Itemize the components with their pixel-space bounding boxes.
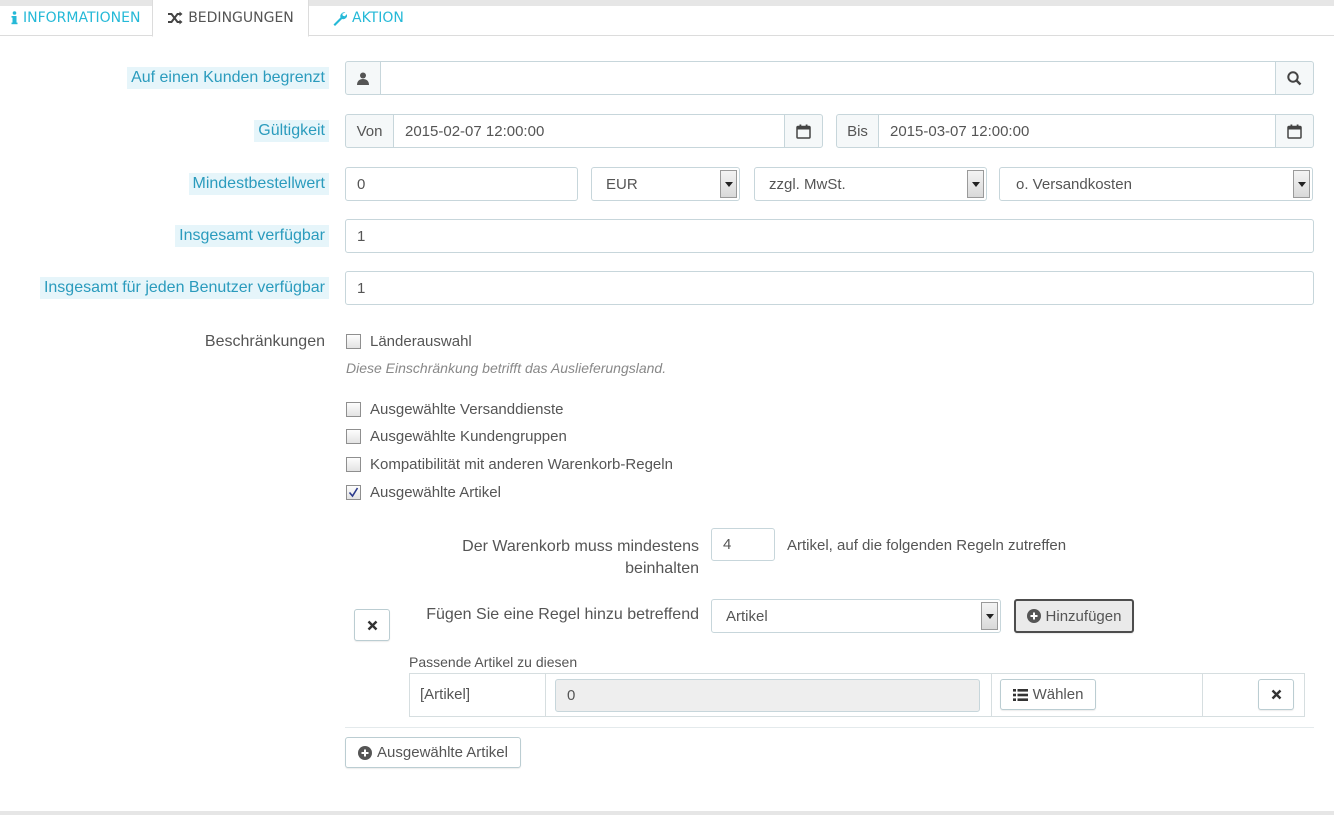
check-icon bbox=[348, 487, 359, 498]
matching-count-input: 0 bbox=[555, 679, 980, 712]
checkbox-label: Ausgewählte Artikel bbox=[370, 484, 501, 501]
matching-label: Passende Artikel zu diesen bbox=[409, 654, 578, 670]
select-value: EUR bbox=[606, 175, 638, 193]
select-value: zzgl. MwSt. bbox=[769, 175, 846, 193]
calendar-icon[interactable] bbox=[1275, 114, 1314, 148]
calendar-icon[interactable] bbox=[784, 114, 823, 148]
table-cell-count: 0 bbox=[546, 674, 992, 716]
tab-label: Aktion bbox=[352, 10, 404, 26]
chevron-down-icon bbox=[967, 170, 984, 198]
checkbox[interactable] bbox=[346, 457, 361, 472]
per-user-row: Insgesamt für jeden Benutzer verfügbar 1 bbox=[0, 271, 1334, 305]
checkbox-label: Ausgewählte Kundengruppen bbox=[370, 428, 567, 445]
tab-label: Bedingungen bbox=[188, 10, 294, 26]
country-hint: Diese Einschränkung betrifft das Auslief… bbox=[346, 360, 667, 376]
cart-min-quantity-input[interactable]: 4 bbox=[711, 528, 775, 561]
add-selected-products-button[interactable]: Ausgewählte Artikel bbox=[345, 737, 521, 768]
total-available-label: Insgesamt verfügbar bbox=[175, 225, 329, 247]
bottom-fill bbox=[0, 815, 1334, 837]
add-rule-label: Fügen Sie eine Regel hinzu betreffend bbox=[426, 606, 699, 623]
currency-select[interactable]: EUR bbox=[591, 167, 740, 201]
chevron-down-icon bbox=[981, 602, 998, 630]
min-order-row: Mindestbestellwert 0 EUR zzgl. MwSt. o. … bbox=[0, 167, 1334, 201]
validity-row: Gültigkeit Von 2015-02-07 12:00:00 Bis 2… bbox=[0, 114, 1334, 148]
restriction-carriers[interactable]: Ausgewählte Versanddienste bbox=[346, 401, 563, 418]
tab-bar: Informationen Bedingungen Aktion bbox=[0, 0, 1334, 37]
checkbox-label: Kompatibilität mit anderen Warenkorb-Reg… bbox=[370, 456, 673, 473]
total-available-input[interactable]: 1 bbox=[345, 219, 1314, 253]
user-icon bbox=[345, 61, 381, 95]
table-cell-choose: Wählen bbox=[992, 674, 1203, 716]
checkbox[interactable] bbox=[346, 334, 361, 349]
select-value: Artikel bbox=[726, 607, 768, 625]
per-user-label: Insgesamt für jeden Benutzer verfügbar bbox=[39, 277, 329, 299]
tab-label: Informationen bbox=[23, 10, 141, 26]
min-order-label: Mindestbestellwert bbox=[188, 173, 329, 195]
customer-label: Auf einen Kunden begrenzt bbox=[127, 67, 329, 89]
rule-type-text: [Artikel] bbox=[420, 686, 471, 703]
button-label: Wählen bbox=[1032, 686, 1084, 703]
list-icon bbox=[1012, 688, 1028, 701]
from-date-input[interactable]: 2015-02-07 12:00:00 bbox=[393, 114, 785, 148]
select-value: o. Versandkosten bbox=[1016, 175, 1132, 193]
rule-type-select[interactable]: Artikel bbox=[711, 599, 1001, 633]
checkbox[interactable] bbox=[346, 402, 361, 417]
table-cell-remove bbox=[1203, 674, 1304, 716]
restriction-cart-rules[interactable]: Kompatibilität mit anderen Warenkorb-Reg… bbox=[346, 456, 673, 473]
divider bbox=[345, 727, 1314, 728]
restriction-products[interactable]: Ausgewählte Artikel bbox=[346, 484, 501, 501]
table-cell-type: [Artikel] bbox=[410, 674, 546, 716]
per-user-input[interactable]: 1 bbox=[345, 271, 1314, 305]
shipping-select[interactable]: o. Versandkosten bbox=[999, 167, 1313, 201]
cart-min-label-line1: Der Warenkorb muss mindestens bbox=[462, 538, 699, 555]
to-addon: Bis bbox=[836, 114, 879, 148]
tab-informationen[interactable]: Informationen bbox=[0, 0, 154, 36]
checkbox-label: Länderauswahl bbox=[370, 333, 472, 350]
restrictions-row: Beschränkungen bbox=[0, 331, 1334, 353]
customer-row: Auf einen Kunden begrenzt bbox=[0, 61, 1334, 95]
close-icon bbox=[1271, 689, 1281, 700]
tab-bedingungen[interactable]: Bedingungen bbox=[152, 0, 309, 37]
restrictions-label: Beschränkungen bbox=[204, 333, 325, 350]
remove-rule-button[interactable] bbox=[1258, 679, 1294, 710]
plus-circle-icon bbox=[358, 745, 373, 760]
cart-min-suffix: Artikel, auf die folgenden Regeln zutref… bbox=[787, 537, 1067, 554]
plus-circle-icon bbox=[1026, 609, 1041, 623]
checkbox[interactable] bbox=[346, 429, 361, 444]
chevron-down-icon bbox=[720, 170, 737, 198]
chevron-down-icon bbox=[1293, 170, 1310, 198]
button-label: Ausgewählte Artikel bbox=[377, 744, 508, 761]
matching-table: [Artikel] 0 Wählen bbox=[409, 673, 1305, 717]
restriction-groups[interactable]: Ausgewählte Kundengruppen bbox=[346, 428, 567, 445]
wrench-icon bbox=[332, 11, 347, 26]
info-icon bbox=[11, 11, 18, 25]
min-order-input[interactable]: 0 bbox=[345, 167, 578, 201]
add-rule-button[interactable]: Hinzufügen bbox=[1014, 599, 1134, 633]
shuffle-icon bbox=[167, 11, 183, 25]
choose-button[interactable]: Wählen bbox=[1000, 679, 1096, 710]
close-icon bbox=[367, 620, 377, 630]
search-icon[interactable] bbox=[1275, 61, 1314, 95]
cart-min-label: Der Warenkorb muss mindestens beinhalten bbox=[462, 536, 699, 580]
total-available-row: Insgesamt verfügbar 1 bbox=[0, 219, 1334, 253]
button-label: Hinzufügen bbox=[1045, 607, 1122, 625]
validity-label: Gültigkeit bbox=[254, 120, 329, 142]
customer-search-input[interactable] bbox=[380, 61, 1276, 95]
to-date-input[interactable]: 2015-03-07 12:00:00 bbox=[878, 114, 1276, 148]
checkbox-label: Ausgewählte Versanddienste bbox=[370, 401, 564, 418]
remove-rule-group-button[interactable] bbox=[354, 609, 390, 641]
country-restriction[interactable]: Länderauswahl bbox=[346, 333, 472, 350]
tax-select[interactable]: zzgl. MwSt. bbox=[754, 167, 987, 201]
tab-aktion[interactable]: Aktion bbox=[318, 0, 418, 36]
from-addon: Von bbox=[345, 114, 394, 148]
cart-min-label-line2: beinhalten bbox=[625, 560, 699, 577]
checkbox-checked[interactable] bbox=[346, 485, 361, 500]
